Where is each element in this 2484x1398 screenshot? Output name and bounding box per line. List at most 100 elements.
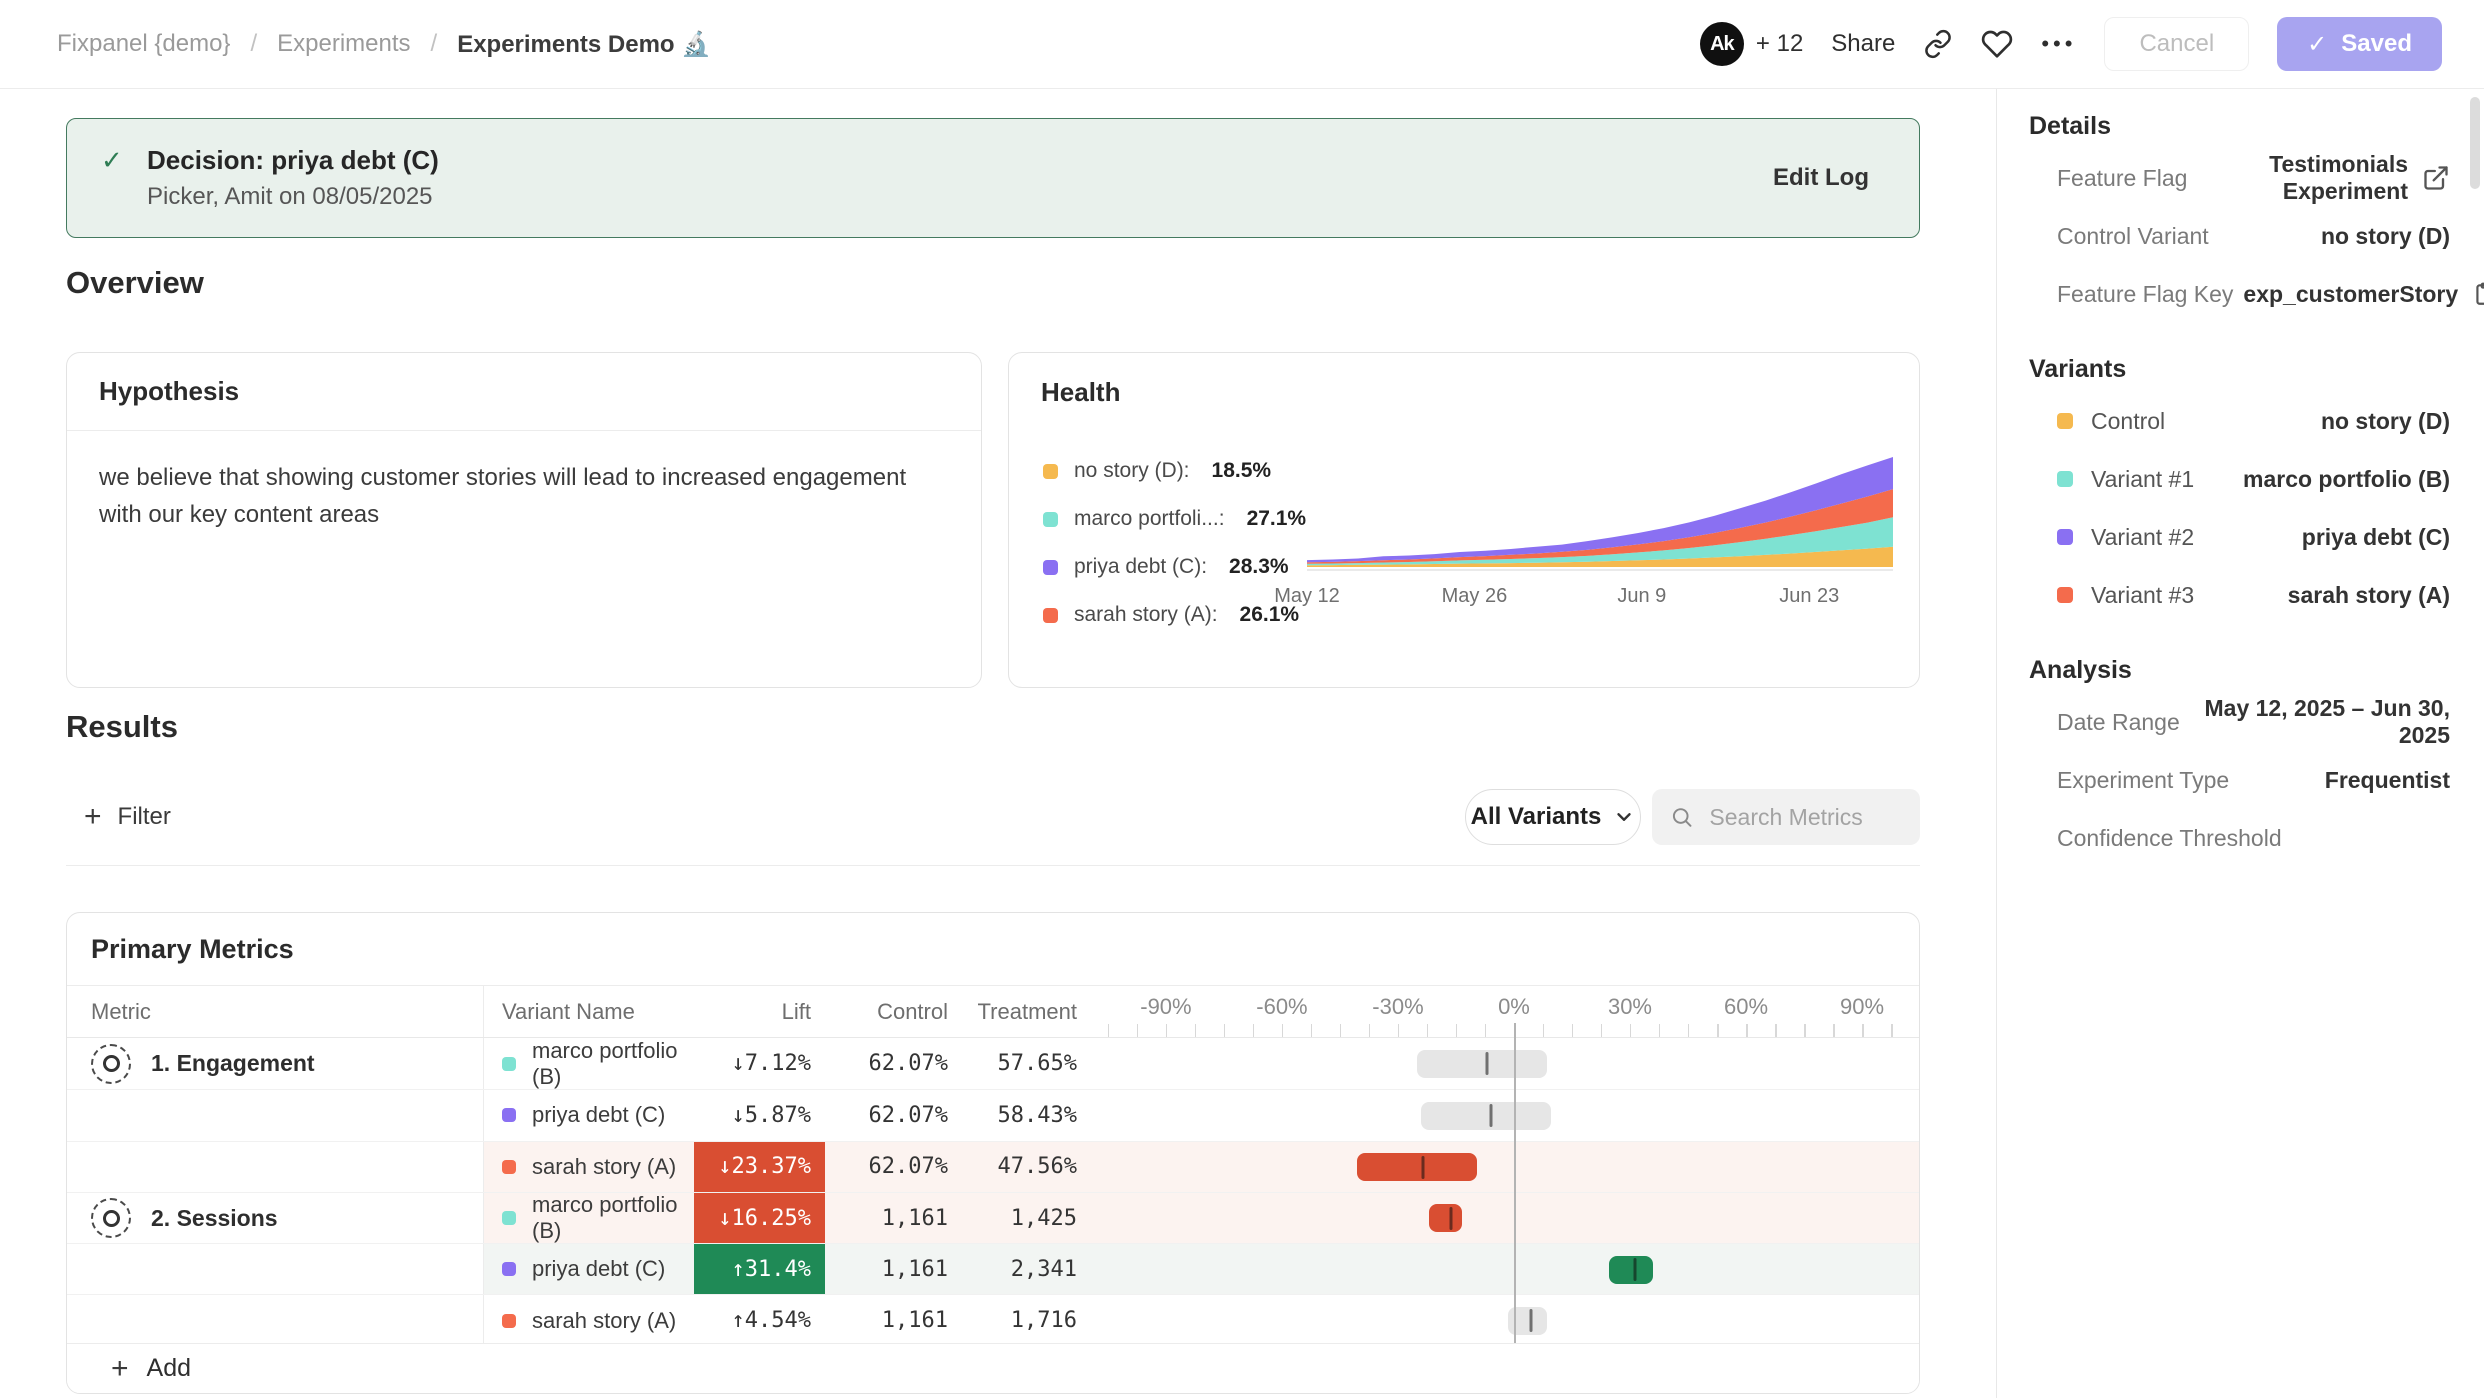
collaborator-count[interactable]: + 12 [1756,30,1803,58]
add-metric-button[interactable]: + Add [67,1343,1919,1393]
confidence-interval-cell [1106,1295,1911,1345]
more-menu-icon[interactable]: ••• [2041,31,2076,57]
detail-value: exp_customerStory [2243,281,2458,308]
treatment-value: 57.65% [998,1051,1077,1076]
axis-tick [1688,1024,1690,1037]
axis-tick-label: 0% [1498,994,1530,1020]
legend-label: priya debt (C): [1074,555,1207,579]
table-row[interactable]: 1. Engagement marco portfolio (B) ↓7.12%… [67,1038,1919,1089]
detail-label: Feature Flag [2057,165,2187,192]
detail-row-control-variant: Control Variant no story (D) [2029,207,2450,265]
variant-swatch [502,1108,516,1122]
legend-value: 18.5% [1212,459,1272,483]
detail-value: Testimonials Experiment [2197,151,2408,205]
ci-point-marker [1422,1156,1425,1179]
column-header-control: Control [825,986,948,1037]
hypothesis-card: Hypothesis we believe that showing custo… [66,352,982,688]
ci-point-marker [1449,1207,1452,1230]
variant-row: Control no story (D) [2029,392,2450,450]
legend-swatch [1043,608,1058,623]
cancel-button[interactable]: Cancel [2104,17,2249,71]
column-header-metric: Metric [67,986,484,1037]
ci-bar [1421,1102,1551,1130]
copy-clipboard-icon[interactable] [2472,281,2484,307]
variants-dropdown[interactable]: All Variants [1465,789,1641,845]
breadcrumb-separator: / [250,30,257,58]
details-heading: Details [2029,112,2450,141]
variant-name: priya debt (C) [532,1256,665,1282]
search-icon [1670,803,1693,831]
variant-swatch [502,1057,516,1071]
variant-row: Variant #2 priya debt (C) [2029,508,2450,566]
axis-tick-label: -60% [1256,994,1307,1020]
saved-check-icon: ✓ [2307,30,2327,59]
axis-tick [1775,1024,1777,1037]
x-axis-label: Jun 23 [1779,585,1839,608]
metric-cell[interactable]: 1. Engagement [91,1044,315,1084]
avatar[interactable]: Ak [1700,22,1744,66]
legend-label: marco portfoli...: [1074,507,1225,531]
scrollbar-thumb[interactable] [2470,97,2480,189]
hypothesis-title: Hypothesis [67,353,981,431]
breadcrumb-project[interactable]: Fixpanel {demo} [57,30,230,58]
share-button[interactable]: Share [1831,30,1895,58]
axis-tick-label: 90% [1840,994,1884,1020]
table-row[interactable]: sarah story (A) ↑4.54% 1,161 1,716 [67,1294,1919,1345]
axis-tick [1224,1024,1226,1037]
table-row[interactable]: priya debt (C) ↑31.4% 1,161 2,341 [67,1243,1919,1294]
decision-subtitle: Picker, Amit on 08/05/2025 [147,183,439,211]
variant-swatch [2057,529,2073,545]
variant-swatch [2057,413,2073,429]
search-metrics-input[interactable] [1707,803,1902,832]
axis-tick [1601,1024,1603,1037]
main-content: ✓ Decision: priya debt (C) Picker, Amit … [0,89,1996,1398]
detail-label: Feature Flag Key [2057,281,2233,308]
table-row[interactable]: sarah story (A) ↓23.37% 62.07% 47.56% [67,1141,1919,1192]
treatment-value: 2,341 [1011,1257,1077,1282]
metric-goal-icon [91,1198,131,1238]
axis-tick [1398,1024,1400,1037]
lift-value: ↑31.4% [732,1257,811,1282]
variant-name: marco portfolio (B) [532,1192,694,1244]
variant-swatch [502,1262,516,1276]
variant-row: Variant #1 marco portfolio (B) [2029,450,2450,508]
axis-tick [1166,1024,1168,1037]
variant-value: marco portfolio (B) [2243,466,2450,493]
saved-button[interactable]: ✓ Saved [2277,17,2442,71]
breadcrumb-current-page: Experiments Demo 🔬 [457,30,711,59]
plus-icon: + [111,1354,129,1384]
x-axis-label: Jun 9 [1617,585,1666,608]
legend-swatch [1043,464,1058,479]
axis-tick [1891,1024,1893,1037]
axis-tick [1804,1024,1806,1037]
confidence-interval-cell [1106,1090,1911,1140]
favorite-heart-icon[interactable] [1981,28,2013,60]
link-icon[interactable] [1923,29,1953,59]
search-metrics-box[interactable] [1652,789,1920,845]
axis-tick [1282,1024,1284,1037]
x-axis-label: May 26 [1442,585,1508,608]
column-header-lift: Lift [694,986,825,1037]
variants-heading: Variants [2029,355,2450,384]
table-row[interactable]: 2. Sessions marco portfolio (B) ↓16.25% … [67,1192,1919,1243]
edit-log-button[interactable]: Edit Log [1773,164,1869,192]
analysis-section: Analysis Date Range May 12, 2025 – Jun 3… [2029,656,2450,867]
breadcrumb-experiments[interactable]: Experiments [277,30,410,58]
external-link-icon[interactable] [2422,164,2450,192]
add-filter-button[interactable]: + Filter [84,789,171,845]
table-row[interactable]: priya debt (C) ↓5.87% 62.07% 58.43% [67,1089,1919,1140]
detail-value: no story (D) [2321,223,2450,250]
metric-cell[interactable]: 2. Sessions [91,1198,278,1238]
analysis-heading: Analysis [2029,656,2450,685]
variant-name: sarah story (A) [532,1308,676,1334]
hypothesis-body: we believe that showing customer stories… [67,431,981,533]
lift-value: ↓23.37% [718,1154,811,1179]
axis-tick [1485,1024,1487,1037]
axis-tick-label: -30% [1372,994,1423,1020]
zero-axis-line [1514,1023,1516,1346]
column-header-variant: Variant Name [484,986,694,1037]
axis-tick [1195,1024,1197,1037]
control-value: 62.07% [869,1051,948,1076]
metric-goal-icon [91,1044,131,1084]
analysis-row-date-range: Date Range May 12, 2025 – Jun 30, 2025 [2029,693,2450,751]
